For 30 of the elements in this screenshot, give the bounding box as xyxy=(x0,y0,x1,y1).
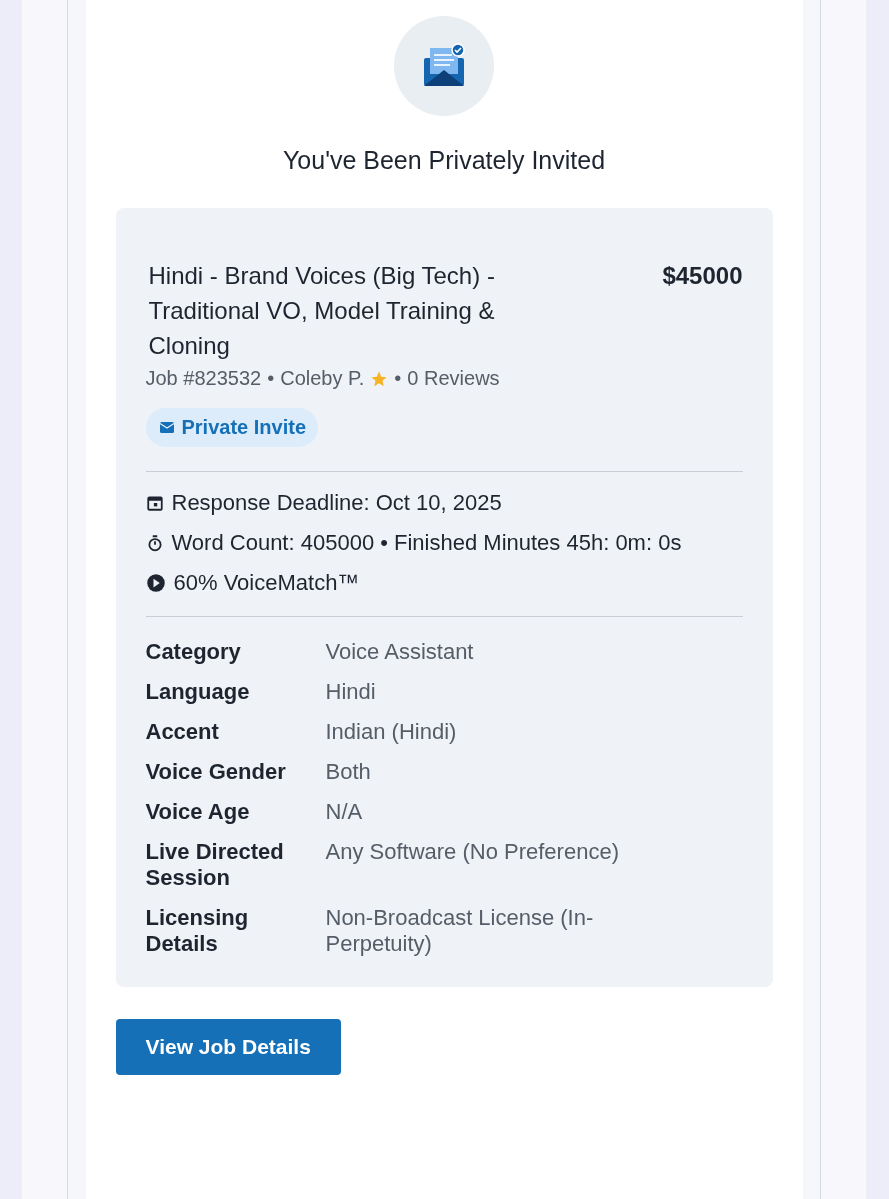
detail-value: Voice Assistant xyxy=(325,639,475,665)
detail-value: Indian (Hindi) xyxy=(325,719,458,745)
job-budget: $45000 xyxy=(662,261,743,291)
detail-value: Hindi xyxy=(325,679,377,705)
detail-value: Non-Broadcast License (In-Perpetuity) xyxy=(325,905,595,957)
detail-value: Any Software (No Preference) xyxy=(325,839,620,866)
detail-label: Accent xyxy=(145,719,220,745)
invitation-heading: You've Been Privately Invited xyxy=(281,146,607,175)
review-count: 0 Reviews xyxy=(407,367,500,390)
job-title: Hindi - Brand Voices (Big Tech) - Traditional VO, Model Training & Cloning xyxy=(147,261,496,361)
detail-label: Category xyxy=(145,639,242,665)
detail-label: Voice Gender xyxy=(145,759,287,785)
detail-value: Both xyxy=(325,759,372,785)
job-fact: Word Count: 405000 • Finished Minutes 45h: 0m: 0s xyxy=(171,529,682,557)
job-number: Job #823532 xyxy=(145,367,262,390)
job-fact: Response Deadline: Oct 10, 2025 xyxy=(171,489,502,517)
detail-value: N/A xyxy=(325,799,364,825)
private-invite-badge: Private Invite xyxy=(145,408,318,447)
detail-label: Licensing Details xyxy=(145,905,250,957)
play-icon xyxy=(145,573,166,593)
job-fact: 60% VoiceMatch™ xyxy=(173,569,360,597)
detail-label: Live Directed Session xyxy=(145,839,285,891)
calendar-icon xyxy=(145,494,164,512)
separator-dot: • xyxy=(394,367,402,390)
client-name: Coleby P. xyxy=(280,367,365,390)
envelope-icon xyxy=(159,422,174,433)
detail-label: Language xyxy=(145,679,251,705)
separator-dot: • xyxy=(267,367,275,390)
detail-label: Voice Age xyxy=(145,799,251,825)
view-job-details-button[interactable]: View Job Details xyxy=(115,1019,341,1075)
